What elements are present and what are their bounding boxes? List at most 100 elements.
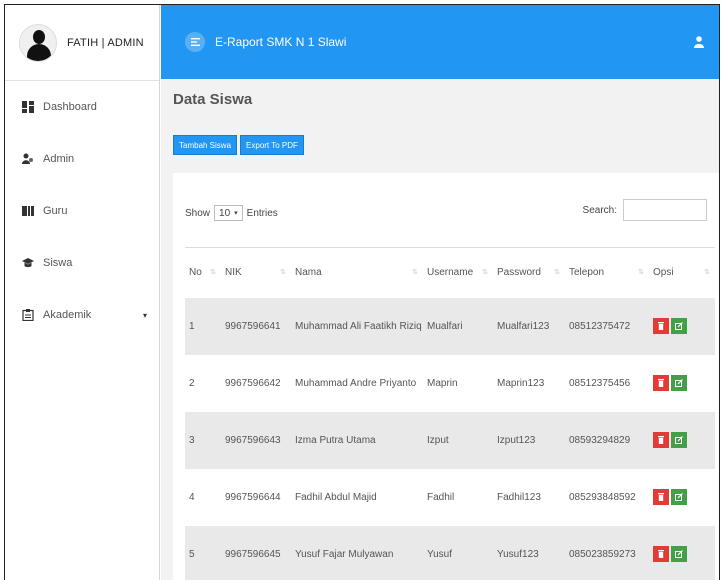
delete-button[interactable] — [653, 375, 669, 391]
sort-icon: ⇅ — [704, 269, 710, 276]
brand: FATIH | ADMIN — [5, 5, 159, 81]
data-card: Show 10 ▾ Entries Search: No ⇅ NIK ⇅ Nam… — [173, 173, 719, 580]
sidebar-nav: Dashboard Admin Guru Siswa Akademik ▾ — [5, 81, 159, 341]
column-header-password[interactable]: Password ⇅ — [493, 247, 565, 298]
student-table-wrap: No ⇅ NIK ⇅ Nama ⇅ Username ⇅ Password ⇅ Telep… — [185, 247, 715, 580]
table-header-row: No ⇅ NIK ⇅ Nama ⇅ Username ⇅ Password ⇅ Telep… — [185, 247, 715, 298]
cell-opsi — [649, 354, 715, 412]
edit-button[interactable] — [671, 432, 687, 448]
show-label: Show — [185, 207, 211, 219]
cell-nik: 9967596645 — [221, 525, 291, 580]
cell-telepon: 08512375472 — [565, 297, 649, 355]
graduation-cap-icon — [21, 256, 35, 270]
student-table: No ⇅ NIK ⇅ Nama ⇅ Username ⇅ Password ⇅ Telep… — [185, 247, 715, 580]
main-content: Data Siswa Tambah Siswa Export To PDF Sh… — [161, 79, 719, 580]
sidebar: FATIH | ADMIN Dashboard Admin Guru Siswa… — [5, 5, 160, 580]
entries-label: Entries — [246, 207, 278, 219]
export-pdf-button[interactable]: Export To PDF — [240, 135, 304, 155]
app-title: E-Raport SMK N 1 Slawi — [215, 35, 347, 49]
column-header-nik[interactable]: NIK ⇅ — [221, 247, 291, 298]
user-menu-button[interactable] — [691, 34, 707, 50]
brand-name: FATIH | ADMIN — [67, 36, 144, 49]
cell-password: Mualfari123 — [493, 297, 565, 355]
cell-nama: Izma Putra Utama — [291, 411, 423, 469]
edit-button[interactable] — [671, 546, 687, 562]
user-icon — [694, 36, 704, 48]
edit-button[interactable] — [671, 318, 687, 334]
sidebar-item-label: Akademik — [43, 309, 92, 321]
cell-nama: Muhammad Ali Faatikh Riziq — [291, 297, 423, 355]
cell-opsi — [649, 468, 715, 526]
table-row: 3 9967596643 Izma Putra Utama Izput Izpu… — [185, 411, 715, 469]
trash-icon — [658, 493, 664, 501]
cell-telepon: 085023859273 — [565, 525, 649, 580]
cell-nama: Fadhil Abdul Majid — [291, 468, 423, 526]
cell-opsi — [649, 525, 715, 580]
delete-button[interactable] — [653, 318, 669, 334]
sort-icon: ⇅ — [210, 269, 216, 276]
edit-button[interactable] — [671, 489, 687, 505]
add-student-button[interactable]: Tambah Siswa — [173, 135, 238, 155]
edit-icon — [675, 379, 683, 387]
sort-icon: ⇅ — [412, 269, 418, 276]
cell-password: Maprin123 — [493, 354, 565, 412]
cell-username: Fadhil — [423, 468, 493, 526]
edit-icon — [675, 322, 683, 330]
sidebar-item-akademik[interactable]: Akademik ▾ — [5, 289, 159, 341]
sidebar-item-label: Guru — [43, 205, 68, 217]
column-header-opsi[interactable]: Opsi ⇅ — [649, 247, 715, 298]
cell-nik: 9967596644 — [221, 468, 291, 526]
cell-username: Yusuf — [423, 525, 493, 580]
column-header-username[interactable]: Username ⇅ — [423, 247, 493, 298]
edit-button[interactable] — [671, 375, 687, 391]
cell-username: Izput — [423, 411, 493, 469]
cell-no: 5 — [185, 525, 221, 580]
delete-button[interactable] — [653, 546, 669, 562]
sidebar-item-label: Siswa — [43, 257, 73, 269]
cell-opsi — [649, 411, 715, 469]
menu-toggle-button[interactable] — [185, 32, 205, 52]
dashboard-icon — [21, 100, 35, 114]
delete-button[interactable] — [653, 432, 669, 448]
entries-control: Show 10 ▾ Entries — [185, 205, 278, 221]
cell-telepon: 08593294829 — [565, 411, 649, 469]
cell-nik: 9967596641 — [221, 297, 291, 355]
cell-password: Yusuf123 — [493, 525, 565, 580]
cell-nama: Muhammad Andre Priyanto — [291, 354, 423, 412]
sidebar-item-guru[interactable]: Guru — [5, 185, 159, 237]
sidebar-item-siswa[interactable]: Siswa — [5, 237, 159, 289]
search-label: Search: — [582, 204, 617, 216]
table-row: 2 9967596642 Muhammad Andre Priyanto Map… — [185, 354, 715, 412]
teacher-icon — [21, 204, 35, 218]
entries-value: 10 — [219, 207, 231, 219]
avatar — [19, 23, 57, 62]
cell-telepon: 085293848592 — [565, 468, 649, 526]
sort-icon: ⇅ — [638, 269, 644, 276]
cell-nama: Yusuf Fajar Mulyawan — [291, 525, 423, 580]
clipboard-icon — [21, 308, 35, 322]
column-header-no[interactable]: No ⇅ — [185, 247, 221, 298]
entries-select[interactable]: 10 ▾ — [214, 205, 243, 221]
menu-icon — [190, 38, 200, 46]
search-input[interactable] — [623, 199, 707, 221]
column-header-nama[interactable]: Nama ⇅ — [291, 247, 423, 298]
delete-button[interactable] — [653, 489, 669, 505]
sidebar-item-label: Dashboard — [43, 101, 97, 113]
trash-icon — [658, 436, 664, 444]
cell-username: Mualfari — [423, 297, 493, 355]
sidebar-item-admin[interactable]: Admin — [5, 133, 159, 185]
cell-username: Maprin — [423, 354, 493, 412]
edit-icon — [675, 436, 683, 444]
cell-telepon: 08512375456 — [565, 354, 649, 412]
edit-icon — [675, 493, 683, 501]
cell-nik: 9967596643 — [221, 411, 291, 469]
column-header-telepon[interactable]: Telepon ⇅ — [565, 247, 649, 298]
cell-nik: 9967596642 — [221, 354, 291, 412]
sidebar-item-label: Admin — [43, 153, 75, 165]
cell-opsi — [649, 297, 715, 355]
edit-icon — [675, 550, 683, 558]
sidebar-item-dashboard[interactable]: Dashboard — [5, 81, 159, 133]
app-window: FATIH | ADMIN Dashboard Admin Guru Siswa… — [4, 4, 720, 580]
trash-icon — [658, 379, 664, 387]
sort-icon: ⇅ — [554, 269, 560, 276]
